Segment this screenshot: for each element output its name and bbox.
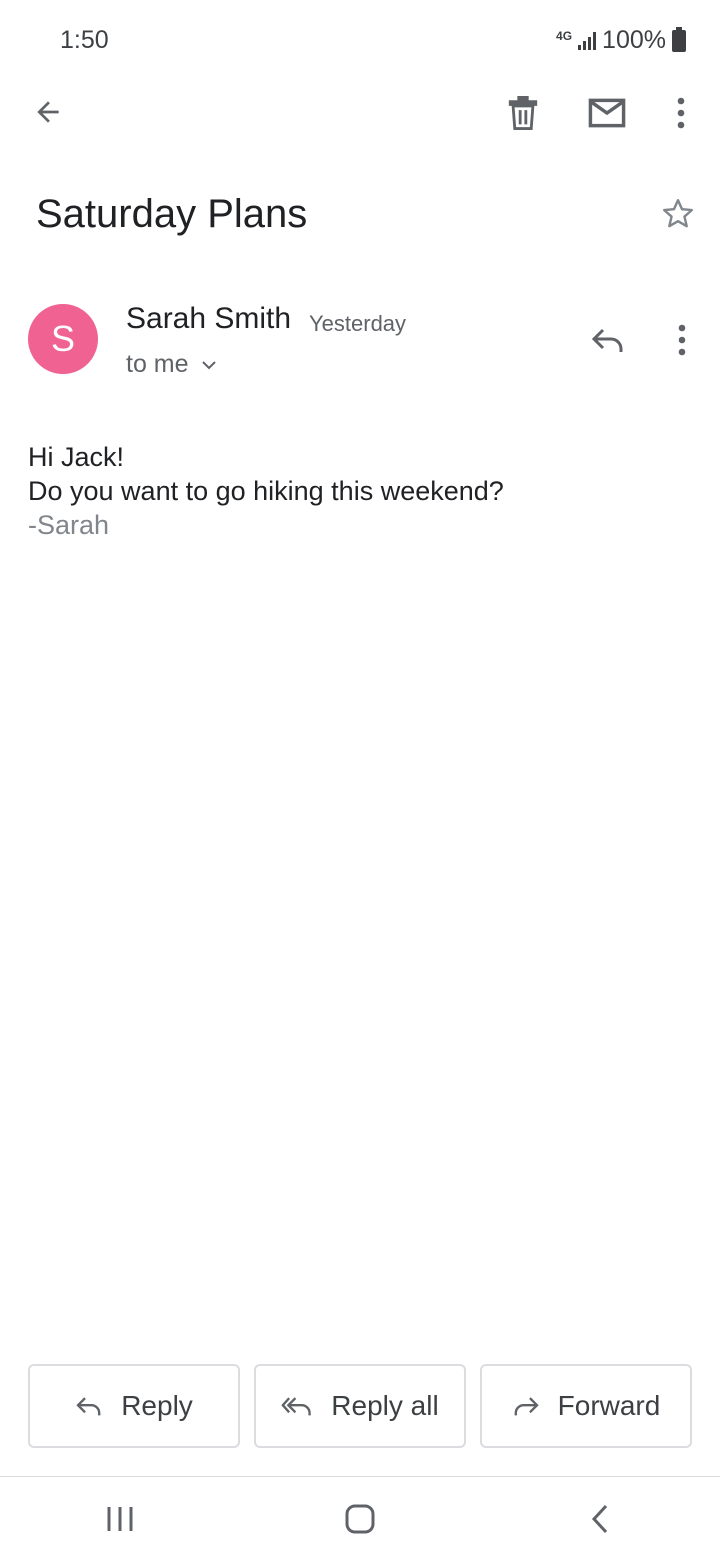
recents-icon: [107, 1506, 133, 1531]
email-timestamp: Yesterday: [309, 311, 407, 336]
chevron-down-icon: [201, 360, 216, 369]
more-vert-icon: [677, 97, 685, 129]
sender-avatar[interactable]: S: [28, 304, 98, 374]
network-indicator: 4G: [556, 28, 573, 43]
body-line: Do you want to go hiking this weekend?: [28, 476, 504, 506]
star-outline-icon: [663, 199, 693, 228]
more-options-button[interactable]: [660, 90, 702, 136]
home-button[interactable]: [330, 1489, 390, 1549]
sender-name: Sarah Smith: [126, 302, 292, 335]
recents-button[interactable]: [90, 1489, 150, 1549]
mark-unread-button[interactable]: [584, 90, 630, 136]
battery-icon: [672, 26, 686, 52]
reply-all-button-label: Reply all: [331, 1390, 439, 1421]
message-more-options-button[interactable]: [662, 318, 702, 362]
chevron-left-icon: [591, 1504, 608, 1533]
home-icon: [345, 1504, 375, 1533]
system-nav-bar: [0, 1477, 720, 1560]
system-back-button[interactable]: [570, 1489, 630, 1549]
trash-icon: [508, 96, 538, 130]
back-button[interactable]: [26, 90, 70, 134]
mail-icon: [588, 98, 626, 128]
delete-button[interactable]: [500, 90, 546, 136]
reply-button-label: Reply: [121, 1390, 193, 1421]
forward-button-label: Forward: [557, 1390, 661, 1421]
body-line: Hi Jack!: [28, 442, 125, 472]
arrow-back-icon: [37, 101, 59, 123]
status-indicators: 4G 100%: [556, 26, 686, 55]
email-body: Hi Jack! Do you want to go hiking this w…: [28, 440, 504, 542]
status-time: 1:50: [60, 26, 109, 54]
recipient-label: to me: [126, 350, 189, 378]
forward-icon: [514, 1397, 539, 1416]
reply-icon: [76, 1397, 101, 1416]
reply-button[interactable]: Reply: [28, 1364, 240, 1448]
signal-icon: [578, 31, 597, 50]
forward-button[interactable]: Forward: [480, 1364, 692, 1448]
reply-all-icon: [281, 1397, 312, 1416]
recipient-details-toggle[interactable]: to me: [126, 350, 217, 379]
email-subject: Saturday Plans: [36, 192, 308, 236]
reply-all-button[interactable]: Reply all: [254, 1364, 466, 1448]
star-button[interactable]: [660, 196, 696, 232]
reply-icon: [591, 328, 623, 352]
reply-icon-button[interactable]: [586, 318, 630, 362]
email-signature: -Sarah: [28, 510, 110, 540]
battery-percentage: 100%: [602, 26, 666, 54]
more-vert-icon: [678, 324, 686, 356]
